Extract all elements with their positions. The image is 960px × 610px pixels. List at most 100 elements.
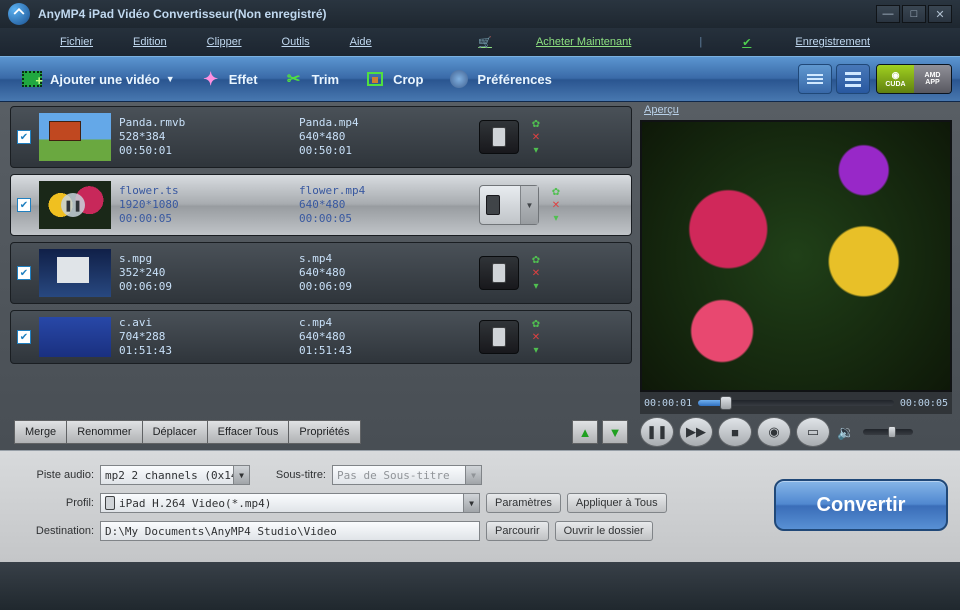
- parameters-button[interactable]: Paramètres: [486, 493, 561, 513]
- chevron-down-icon: ▼: [520, 186, 538, 224]
- stop-button[interactable]: ■: [718, 417, 752, 447]
- forward-button[interactable]: ▶▶: [679, 417, 713, 447]
- crop-button[interactable]: Crop: [351, 65, 435, 93]
- ipad-icon: [105, 496, 115, 510]
- output-info: Panda.mp4640*48000:50:01: [299, 116, 479, 158]
- destination-input[interactable]: D:\My Documents\AnyMP4 Studio\Video: [100, 521, 480, 541]
- source-info: c.avi704*28801:51:43: [119, 316, 299, 358]
- list-item[interactable]: ✔ Panda.rmvb528*38400:50:01 Panda.mp4640…: [10, 106, 632, 168]
- view-detail-button[interactable]: [836, 64, 870, 94]
- properties-button[interactable]: Propriétés: [289, 420, 360, 444]
- app-logo-icon: [8, 3, 30, 25]
- close-button[interactable]: ✕: [928, 5, 952, 23]
- output-info: s.mp4640*48000:06:09: [299, 252, 479, 294]
- thumbnail: [39, 249, 111, 297]
- menu-edition[interactable]: Edition: [133, 36, 167, 48]
- pause-overlay-icon: ❚❚: [61, 193, 85, 217]
- nvidia-cuda-icon: ◉CUDA: [877, 65, 914, 93]
- scissors-icon: ✂: [282, 69, 306, 89]
- gpu-badge: ◉CUDA AMDAPP: [876, 64, 952, 94]
- device-profile-dropdown[interactable]: ▼: [479, 185, 539, 225]
- minimize-button[interactable]: —: [876, 5, 900, 23]
- apply-all-button[interactable]: Appliquer à Tous: [567, 493, 667, 513]
- row-settings-icon[interactable]: ✿: [529, 318, 543, 330]
- snapshot-button[interactable]: ◉: [757, 417, 791, 447]
- subtitle-label: Sous-titre:: [256, 469, 326, 481]
- volume-slider[interactable]: [863, 429, 913, 435]
- maximize-button[interactable]: □: [902, 5, 926, 23]
- rename-button[interactable]: Renommer: [67, 420, 142, 444]
- row-remove-icon[interactable]: ✕: [529, 331, 543, 343]
- list-toolbar: Merge Renommer Déplacer Effacer Tous Pro…: [10, 414, 632, 450]
- menubar: Fichier Edition Clipper Outils Aide 🛒Ach…: [0, 28, 960, 56]
- device-profile-button[interactable]: [479, 320, 519, 354]
- pause-button[interactable]: ❚❚: [640, 417, 674, 447]
- profile-combo[interactable]: iPad H.264 Video(*.mp4)▼: [100, 493, 480, 513]
- cart-icon: 🛒: [478, 36, 492, 49]
- effect-button[interactable]: ✦ Effet: [187, 65, 270, 93]
- menu-clipper[interactable]: Clipper: [207, 36, 242, 48]
- time-bar: 00:00:01 00:00:05: [640, 392, 952, 414]
- output-info: flower.mp4640*48000:00:05: [299, 184, 479, 226]
- wand-icon: ✦: [199, 69, 223, 89]
- row-expand-icon[interactable]: ▾: [549, 212, 563, 224]
- seek-handle[interactable]: [720, 396, 732, 410]
- window-title: AnyMP4 iPad Vidéo Convertisseur(Non enre…: [38, 7, 876, 21]
- device-profile-button[interactable]: [479, 120, 519, 154]
- row-settings-icon[interactable]: ✿: [549, 186, 563, 198]
- row-remove-icon[interactable]: ✕: [549, 199, 563, 211]
- checkbox[interactable]: ✔: [17, 198, 31, 212]
- checkbox[interactable]: ✔: [17, 130, 31, 144]
- add-video-icon: [20, 69, 44, 89]
- merge-button[interactable]: Merge: [14, 420, 67, 444]
- clear-all-button[interactable]: Effacer Tous: [208, 420, 290, 444]
- row-remove-icon[interactable]: ✕: [529, 267, 543, 279]
- trim-button[interactable]: ✂ Trim: [270, 65, 351, 93]
- list-item[interactable]: ✔ ❚❚ flower.ts1920*108000:00:05 flower.m…: [10, 174, 632, 236]
- list-item[interactable]: ✔ s.mpg352*24000:06:09 s.mp4640*48000:06…: [10, 242, 632, 304]
- list-item[interactable]: ✔ c.avi704*28801:51:43 c.mp4640*48001:51…: [10, 310, 632, 364]
- move-button[interactable]: Déplacer: [143, 420, 208, 444]
- move-up-button[interactable]: ▲: [572, 420, 598, 444]
- move-down-button[interactable]: ▼: [602, 420, 628, 444]
- preview-display: [640, 120, 952, 392]
- row-expand-icon[interactable]: ▾: [529, 344, 543, 356]
- preferences-button[interactable]: Préférences: [435, 65, 563, 93]
- audio-track-combo[interactable]: mp2 2 channels (0x14)▼: [100, 465, 250, 485]
- gear-icon: [447, 69, 471, 89]
- fullscreen-button[interactable]: ▭: [796, 417, 830, 447]
- row-remove-icon[interactable]: ✕: [529, 131, 543, 143]
- chevron-down-icon: ▼: [233, 466, 249, 484]
- register-link[interactable]: ✔Enregistrement: [742, 36, 910, 49]
- browse-button[interactable]: Parcourir: [486, 521, 549, 541]
- checkbox[interactable]: ✔: [17, 266, 31, 280]
- chevron-down-icon: ▼: [465, 466, 481, 484]
- output-info: c.mp4640*48001:51:43: [299, 316, 479, 358]
- row-expand-icon[interactable]: ▾: [529, 280, 543, 292]
- menu-aide[interactable]: Aide: [350, 36, 372, 48]
- ipad-icon: [486, 195, 500, 215]
- time-total: 00:00:05: [900, 398, 948, 409]
- separator: |: [699, 36, 702, 48]
- thumbnail: ❚❚: [39, 181, 111, 229]
- ipad-icon: [492, 263, 506, 283]
- subtitle-combo[interactable]: Pas de Sous-titre▼: [332, 465, 482, 485]
- chevron-down-icon: ▼: [463, 494, 479, 512]
- view-list-button[interactable]: [798, 64, 832, 94]
- convert-button[interactable]: Convertir: [774, 479, 948, 531]
- file-list-panel: ✔ Panda.rmvb528*38400:50:01 Panda.mp4640…: [0, 102, 636, 450]
- buy-now-link[interactable]: 🛒Acheter Maintenant: [478, 36, 671, 49]
- menu-outils[interactable]: Outils: [282, 36, 310, 48]
- row-settings-icon[interactable]: ✿: [529, 254, 543, 266]
- volume-handle[interactable]: [888, 426, 896, 438]
- checkbox[interactable]: ✔: [17, 330, 31, 344]
- seek-slider[interactable]: [698, 400, 894, 406]
- device-profile-button[interactable]: [479, 256, 519, 290]
- open-folder-button[interactable]: Ouvrir le dossier: [555, 521, 653, 541]
- source-info: s.mpg352*24000:06:09: [119, 252, 299, 294]
- add-video-button[interactable]: Ajouter une vidéo ▼: [8, 65, 187, 93]
- volume-icon[interactable]: 🔉: [837, 424, 854, 441]
- row-expand-icon[interactable]: ▾: [529, 144, 543, 156]
- row-settings-icon[interactable]: ✿: [529, 118, 543, 130]
- menu-fichier[interactable]: Fichier: [60, 36, 93, 48]
